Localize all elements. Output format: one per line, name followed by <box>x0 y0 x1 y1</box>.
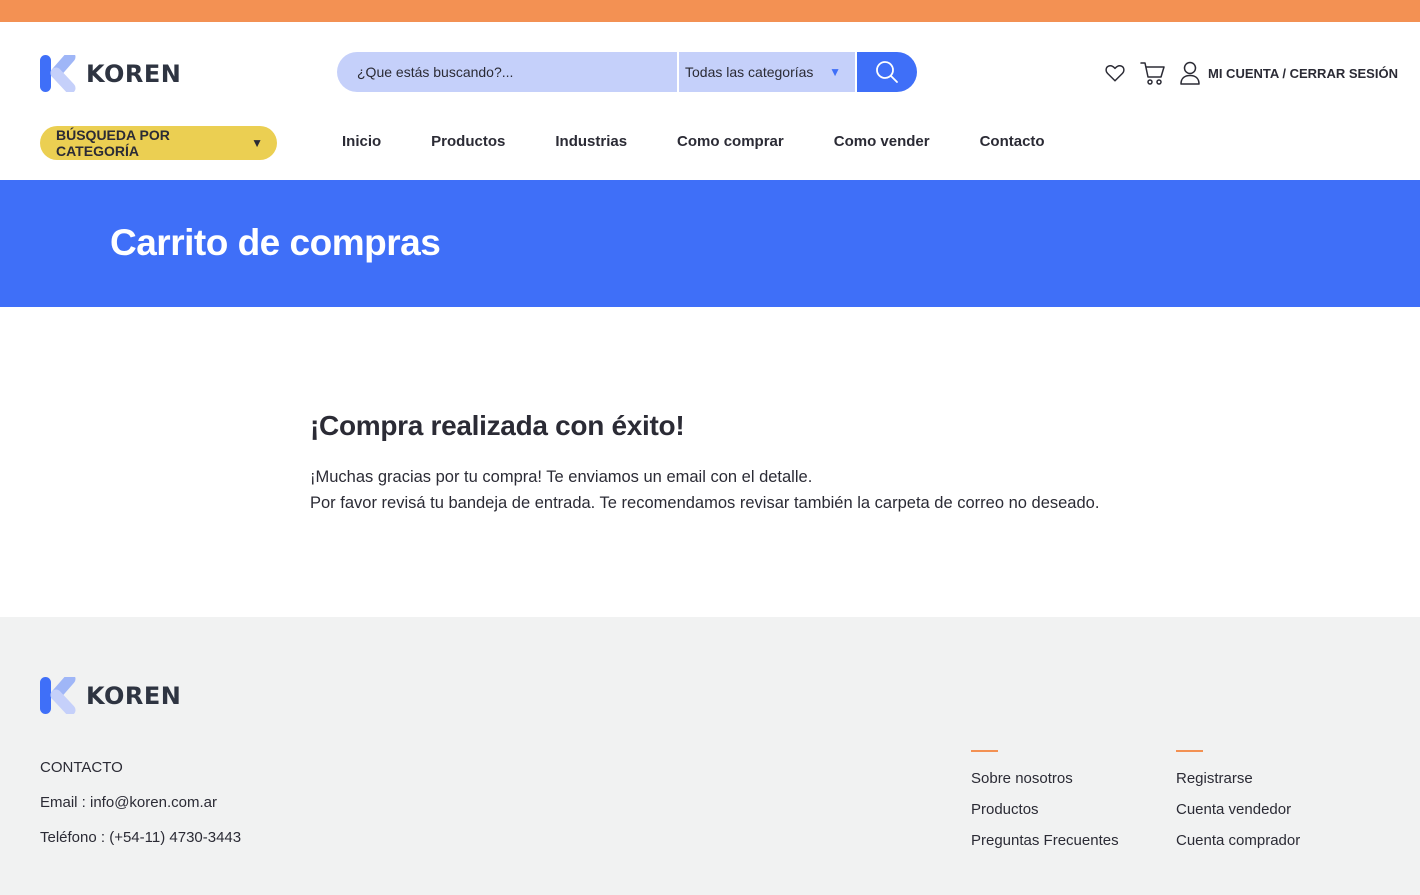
footer-link-preguntas-frecuentes[interactable]: Preguntas Frecuentes <box>971 832 1119 851</box>
footer-contact: CONTACTO Email : info@koren.com.ar Teléf… <box>40 759 241 864</box>
category-search-button[interactable]: BÚSQUEDA POR CATEGORÍA ▼ <box>40 126 277 160</box>
footer-link-cuenta-comprador[interactable]: Cuenta comprador <box>1176 832 1300 851</box>
nav-item-como-comprar[interactable]: Como comprar <box>677 133 784 150</box>
contact-email: Email : info@koren.com.ar <box>40 794 217 811</box>
success-heading: ¡Compra realizada con éxito! <box>310 410 685 441</box>
wishlist-button[interactable] <box>1104 62 1126 84</box>
cart-button[interactable] <box>1140 60 1166 86</box>
search-button[interactable] <box>857 52 917 92</box>
nav-item-inicio[interactable]: Inicio <box>342 133 381 150</box>
heart-icon <box>1105 65 1125 82</box>
footer-links-col1: Sobre nosotros Productos Preguntas Frecu… <box>971 750 1119 863</box>
page-title: Carrito de compras <box>110 222 441 263</box>
footer-links-col2: Registrarse Cuenta vendedor Cuenta compr… <box>1176 750 1300 863</box>
contact-title: CONTACTO <box>40 759 123 776</box>
footer-link-productos[interactable]: Productos <box>971 801 1119 820</box>
logo-text: KOREN <box>86 681 182 710</box>
success-text-line2: Por favor revisá tu bandeja de entrada. … <box>310 494 1100 512</box>
footer-divider <box>971 750 998 752</box>
nav-item-como-vender[interactable]: Como vender <box>834 133 930 150</box>
logo-text: KOREN <box>86 59 182 88</box>
search-input[interactable] <box>337 52 677 92</box>
footer-logo[interactable]: KOREN <box>40 677 181 714</box>
chevron-down-icon: ▼ <box>829 65 841 79</box>
logo-mark-icon <box>40 677 76 714</box>
purchase-success-message: ¡Compra realizada con éxito! ¡Muchas gra… <box>310 410 1099 516</box>
chevron-down-icon: ▼ <box>251 136 263 150</box>
site-footer: KOREN CONTACTO Email : info@koren.com.ar… <box>0 617 1420 895</box>
account-button[interactable] <box>1180 61 1200 85</box>
category-select[interactable]: Todas las categorías ▼ <box>679 52 855 92</box>
footer-link-cuenta-vendedor[interactable]: Cuenta vendedor <box>1176 801 1300 820</box>
category-select-value: Todas las categorías <box>685 64 814 80</box>
header-logo[interactable]: KOREN <box>40 55 181 92</box>
contact-phone: Teléfono : (+54-11) 4730-3443 <box>40 829 242 846</box>
site-header: KOREN Todas las categorías ▼ <box>0 22 1420 180</box>
search-icon <box>876 61 898 83</box>
footer-divider <box>1176 750 1203 752</box>
footer-link-registrarse[interactable]: Registrarse <box>1176 770 1300 789</box>
search-bar: Todas las categorías ▼ <box>337 52 917 92</box>
nav-item-contacto[interactable]: Contacto <box>980 133 1045 150</box>
footer-link-sobre-nosotros[interactable]: Sobre nosotros <box>971 770 1119 789</box>
nav-item-productos[interactable]: Productos <box>431 133 505 150</box>
account-logout-link[interactable]: MI CUENTA / CERRAR SESIÓN <box>1208 66 1398 81</box>
top-accent-bar <box>0 0 1420 22</box>
logo-mark-icon <box>40 55 76 92</box>
success-text-line1: ¡Muchas gracias por tu compra! Te enviam… <box>310 468 813 486</box>
cart-icon <box>1140 62 1165 85</box>
nav-item-industrias[interactable]: Industrias <box>555 133 627 150</box>
page-banner: Carrito de compras <box>0 180 1420 307</box>
user-actions: MI CUENTA / CERRAR SESIÓN <box>1104 60 1398 86</box>
user-icon <box>1180 61 1200 85</box>
main-nav: Inicio Productos Industrias Como comprar… <box>342 133 1095 150</box>
category-search-label: BÚSQUEDA POR CATEGORÍA <box>56 127 170 159</box>
